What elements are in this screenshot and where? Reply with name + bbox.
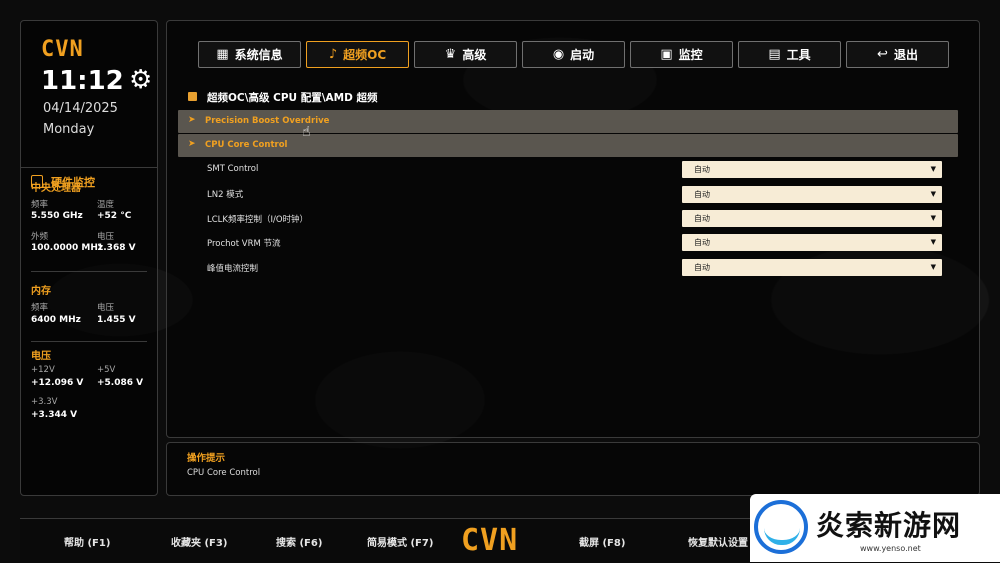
crown-icon: ♛ (444, 47, 457, 62)
voltage-section-title: 电压 (31, 351, 51, 362)
folder-icon (188, 92, 197, 101)
v33-value: +3.344 V (31, 410, 78, 420)
select-value: 自动 (694, 238, 710, 247)
tab-exit[interactable]: ↩ 退出 (846, 41, 949, 68)
option-label-lclk: LCLK频率控制（I/O时钟） (207, 215, 309, 225)
caret-down-icon: ▼ (930, 190, 936, 198)
section-precision-boost-overdrive[interactable]: ➤ Precision Boost Overdrive (178, 110, 958, 133)
watermark-url: www.yenso.net (860, 544, 921, 553)
memory-section-title: 内存 (31, 286, 51, 297)
option-label-prochot: Prochot VRM 节流 (207, 239, 281, 249)
tab-label: 启动 (570, 48, 595, 62)
clock-date: 04/14/2025 (43, 101, 118, 116)
ln2-mode-select[interactable]: 自动 ▼ (682, 186, 942, 203)
power-icon: ◉ (552, 47, 565, 62)
v33-label: +3.3V (31, 397, 58, 407)
toolbox-icon: ▤ (768, 47, 781, 62)
option-label-peak-current: 峰值电流控制 (207, 264, 259, 274)
select-value: 自动 (694, 214, 710, 223)
tab-boot[interactable]: ◉ 启动 (522, 41, 625, 68)
watermark: 炎索新游网 www.yenso.net (750, 494, 1000, 562)
v5-label: +5V (97, 365, 116, 375)
easy-mode-button[interactable]: 简易模式 (F7) (367, 534, 433, 549)
lclk-select[interactable]: 自动 ▼ (682, 210, 942, 227)
section-label: CPU Core Control (205, 140, 288, 150)
watermark-text: 炎索新游网 (816, 509, 962, 542)
bell-icon: ♪ (328, 47, 338, 62)
cpu-freq-label: 频率 (31, 200, 49, 210)
tab-overclock[interactable]: ♪ 超频OC (306, 41, 409, 68)
tab-label: 退出 (893, 48, 918, 62)
memory-freq-label: 频率 (31, 303, 49, 313)
tab-advanced[interactable]: ♛ 高级 (414, 41, 517, 68)
cpu-bclk-value: 100.0000 MHz (31, 243, 104, 253)
v12-value: +12.096 V (31, 378, 84, 388)
memory-volt-label: 电压 (97, 303, 115, 313)
divider (31, 271, 147, 272)
cpu-temp-label: 温度 (97, 200, 115, 210)
caret-down-icon: ▼ (930, 165, 936, 173)
memory-volt-value: 1.455 V (97, 315, 136, 325)
brand-logo: CVN (41, 37, 84, 62)
section-label: Precision Boost Overdrive (205, 116, 330, 126)
mouse-cursor-icon: ☝ (302, 124, 311, 140)
arrow-right-icon: ➤ (188, 139, 196, 149)
divider (31, 341, 147, 342)
tab-label: 监控 (678, 48, 703, 62)
search-button[interactable]: 搜索 (F6) (276, 534, 322, 549)
grid-icon: ▦ (216, 47, 229, 62)
v12-label: +12V (31, 365, 55, 375)
watermark-logo-icon (754, 500, 808, 554)
cpu-volt-label: 电压 (97, 232, 115, 242)
monitor-chart-icon: ▣ (660, 47, 673, 62)
cpu-section-title: 中央处理器 (31, 183, 81, 194)
clock-weekday: Monday (43, 122, 95, 137)
v5-value: +5.086 V (97, 378, 144, 388)
gear-icon[interactable]: ⚙ (129, 67, 152, 93)
tab-system-info[interactable]: ▦ 系统信息 (198, 41, 301, 68)
option-label-smt-control: SMT Control (207, 164, 259, 174)
main-panel: ▦ 系统信息 ♪ 超频OC ♛ 高级 ◉ 启动 ▣ 监控 ▤ 工具 ↩ 退出 超… (166, 20, 980, 438)
tab-monitor[interactable]: ▣ 监控 (630, 41, 733, 68)
select-value: 自动 (694, 165, 710, 174)
cpu-temp-value: +52 °C (97, 211, 132, 221)
tab-bar: ▦ 系统信息 ♪ 超频OC ♛ 高级 ◉ 启动 ▣ 监控 ▤ 工具 ↩ 退出 (198, 41, 950, 69)
cpu-volt-value: 1.368 V (97, 243, 136, 253)
prochot-select[interactable]: 自动 ▼ (682, 234, 942, 251)
caret-down-icon: ▼ (930, 238, 936, 246)
tab-tools[interactable]: ▤ 工具 (738, 41, 841, 68)
tab-label: 高级 (462, 48, 487, 62)
select-value: 自动 (694, 190, 710, 199)
caret-down-icon: ▼ (930, 263, 936, 271)
cpu-bclk-label: 外频 (31, 232, 49, 242)
screenshot-button[interactable]: 截屏 (F8) (579, 534, 625, 549)
arrow-right-icon: ➤ (188, 115, 196, 125)
cpu-freq-value: 5.550 GHz (31, 211, 83, 221)
smt-control-select[interactable]: 自动 ▼ (682, 161, 942, 178)
peak-current-select[interactable]: 自动 ▼ (682, 259, 942, 276)
hint-title: 操作提示 (187, 453, 226, 464)
caret-down-icon: ▼ (930, 214, 936, 222)
option-label-ln2-mode: LN2 模式 (207, 190, 244, 200)
select-value: 自动 (694, 263, 710, 272)
restore-defaults-button[interactable]: 恢复默认设置 (688, 534, 748, 549)
help-button[interactable]: 帮助 (F1) (64, 534, 110, 549)
favorites-button[interactable]: 收藏夹 (F3) (171, 534, 227, 549)
tab-label: 超频OC (343, 48, 387, 62)
memory-freq-value: 6400 MHz (31, 315, 81, 325)
bottom-brand-logo: CVN (461, 523, 519, 558)
breadcrumb: 超频OC\高级 CPU 配置\AMD 超频 (207, 92, 378, 104)
hint-text: CPU Core Control (187, 468, 261, 478)
tab-label: 工具 (786, 48, 811, 62)
section-cpu-core-control[interactable]: ➤ CPU Core Control (178, 134, 958, 157)
hint-panel: 操作提示 CPU Core Control (166, 442, 980, 496)
back-arrow-icon: ↩ (877, 47, 888, 62)
tab-label: 系统信息 (234, 48, 283, 62)
clock-time: 11:12 (41, 66, 124, 96)
sidebar-panel: CVN 11:12 ⚙ 04/14/2025 Monday 硬件监控 中央处理器… (20, 20, 158, 496)
